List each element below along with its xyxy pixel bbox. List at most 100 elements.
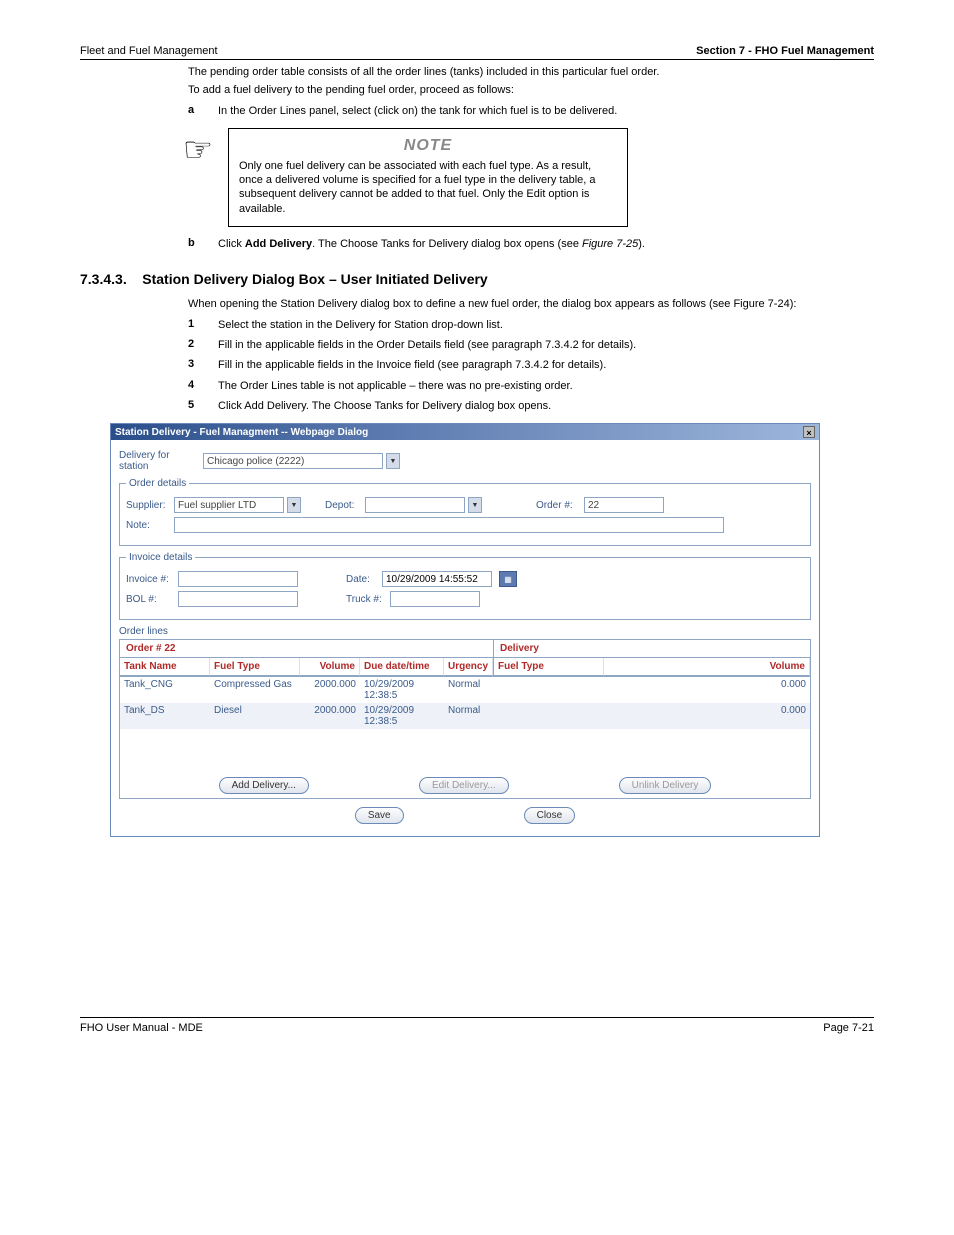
truck-label: Truck #: xyxy=(346,594,386,605)
s5-text: Click Add Delivery. The Choose Tanks for… xyxy=(218,399,874,413)
col-dvolume: Volume xyxy=(604,658,810,676)
order-lines-label: Order lines xyxy=(119,626,811,637)
date-label: Date: xyxy=(346,574,378,585)
station-delivery-dialog: Station Delivery - Fuel Managment -- Web… xyxy=(110,423,820,837)
supplier-label: Supplier: xyxy=(126,500,170,511)
cell-due: 10/29/2009 12:38:5 xyxy=(360,677,444,703)
note-box: NOTE Only one fuel delivery can be assoc… xyxy=(228,128,628,227)
cell-tank: Tank_CNG xyxy=(120,677,210,703)
step-b-text: Click Add Delivery. The Choose Tanks for… xyxy=(218,237,874,251)
chevron-down-icon[interactable]: ▼ xyxy=(386,453,400,469)
cell-urgency: Normal xyxy=(444,677,490,703)
s1-text: Select the station in the Delivery for S… xyxy=(218,318,874,332)
step-b: b Click Add Delivery. The Choose Tanks f… xyxy=(188,237,874,251)
step-b-num: b xyxy=(188,237,218,251)
cell-fuel: Diesel xyxy=(210,703,300,729)
cell-tank: Tank_DS xyxy=(120,703,210,729)
step-b-link: Figure 7-25 xyxy=(582,238,638,250)
edit-delivery-button[interactable]: Edit Delivery... xyxy=(419,777,509,794)
subsection-heading: 7.3.4.3. Station Delivery Dialog Box – U… xyxy=(80,271,874,287)
truck-input[interactable] xyxy=(390,591,480,607)
note-text: Only one fuel delivery can be associated… xyxy=(239,159,617,216)
station-delivery-dialog-figure: Station Delivery - Fuel Managment -- Web… xyxy=(110,423,874,837)
order-number-label: Order #: xyxy=(536,500,580,511)
supplier-select[interactable] xyxy=(174,497,284,513)
subsection-title: Station Delivery Dialog Box – User Initi… xyxy=(142,271,487,287)
step-a-text: In the Order Lines panel, select (click … xyxy=(218,104,874,118)
footer-right: Page 7-21 xyxy=(823,1022,874,1034)
step-a: a In the Order Lines panel, select (clic… xyxy=(188,104,874,118)
col-due: Due date/time xyxy=(360,658,444,676)
step-a-num: a xyxy=(188,104,218,118)
order-section-title: Order # 22 xyxy=(120,640,493,658)
intro-line-1: The pending order table consists of all … xyxy=(188,65,874,79)
cell-dfuel xyxy=(490,703,600,729)
intro-line-2: To add a fuel delivery to the pending fu… xyxy=(188,83,874,97)
footer-left: FHO User Manual - MDE xyxy=(80,1022,203,1034)
col-fuel-type: Fuel Type xyxy=(210,658,300,676)
unlink-delivery-button[interactable]: Unlink Delivery xyxy=(619,777,712,794)
s4-text: The Order Lines table is not applicable … xyxy=(218,379,874,393)
invoice-input[interactable] xyxy=(178,571,298,587)
bol-label: BOL #: xyxy=(126,594,174,605)
date-input[interactable] xyxy=(382,571,492,587)
step-b-bold: Add Delivery xyxy=(245,238,312,250)
delivery-section-title: Delivery xyxy=(494,640,810,658)
cell-due: 10/29/2009 12:38:5 xyxy=(360,703,444,729)
invoice-label: Invoice #: xyxy=(126,574,174,585)
invoice-legend: Invoice details xyxy=(126,552,195,563)
step-b-after: . The Choose Tanks for Delivery dialog b… xyxy=(312,238,582,250)
dialog-titlebar: Station Delivery - Fuel Managment -- Web… xyxy=(111,424,819,440)
station-select[interactable] xyxy=(203,453,383,469)
cell-fuel: Compressed Gas xyxy=(210,677,300,703)
cell-volume: 2000.000 xyxy=(300,677,360,703)
s2-text: Fill in the applicable fields in the Ord… xyxy=(218,338,874,352)
s1-num: 1 xyxy=(188,318,218,332)
s2-num: 2 xyxy=(188,338,218,352)
note-pointing-hand-icon: ☞ xyxy=(168,128,228,227)
order-details-panel: Order details Supplier: ▼ Depot: ▼ Order… xyxy=(119,478,811,546)
cell-dvolume: 0.000 xyxy=(600,703,810,729)
note-input[interactable] xyxy=(174,517,724,533)
subsection-number: 7.3.4.3. xyxy=(80,271,127,287)
table-row[interactable]: Tank_DS Diesel 2000.000 10/29/2009 12:38… xyxy=(120,703,810,729)
note-label: Note: xyxy=(126,520,170,531)
cell-urgency: Normal xyxy=(444,703,490,729)
close-button[interactable]: Close xyxy=(524,807,576,824)
order-lines-table: Order # 22 Tank Name Fuel Type Volume Du… xyxy=(119,639,811,799)
calendar-icon[interactable]: ▦ xyxy=(499,571,517,587)
step-b-afterlink: ). xyxy=(638,238,645,250)
invoice-details-panel: Invoice details Invoice #: Date: ▦ BOL #… xyxy=(119,552,811,620)
dialog-title-text: Station Delivery - Fuel Managment -- Web… xyxy=(115,427,368,438)
chevron-down-icon[interactable]: ▼ xyxy=(468,497,482,513)
chevron-down-icon[interactable]: ▼ xyxy=(287,497,301,513)
order-number-input[interactable] xyxy=(584,497,664,513)
col-volume: Volume xyxy=(300,658,360,676)
s4-num: 4 xyxy=(188,379,218,393)
s3-text: Fill in the applicable fields in the Inv… xyxy=(218,358,874,372)
col-tank-name: Tank Name xyxy=(120,658,210,676)
sub-text: When opening the Station Delivery dialog… xyxy=(188,297,874,311)
note-block: ☞ NOTE Only one fuel delivery can be ass… xyxy=(168,128,874,227)
page-footer: FHO User Manual - MDE Page 7-21 xyxy=(80,1017,874,1034)
table-row[interactable]: Tank_CNG Compressed Gas 2000.000 10/29/2… xyxy=(120,677,810,703)
step-b-before: Click xyxy=(218,238,245,250)
save-button[interactable]: Save xyxy=(355,807,404,824)
close-icon[interactable]: × xyxy=(803,426,815,438)
col-urgency: Urgency xyxy=(444,658,493,676)
s5-num: 5 xyxy=(188,399,218,413)
cell-volume: 2000.000 xyxy=(300,703,360,729)
depot-label: Depot: xyxy=(325,500,361,511)
note-title: NOTE xyxy=(239,137,617,155)
col-dfuel: Fuel Type xyxy=(494,658,604,676)
cell-dvolume: 0.000 xyxy=(600,677,810,703)
order-details-legend: Order details xyxy=(126,478,189,489)
add-delivery-button[interactable]: Add Delivery... xyxy=(219,777,309,794)
bol-input[interactable] xyxy=(178,591,298,607)
cell-dfuel xyxy=(490,677,600,703)
depot-select[interactable] xyxy=(365,497,465,513)
delivery-for-station-label: Delivery for station xyxy=(119,450,199,472)
header-right: Section 7 - FHO Fuel Management xyxy=(696,45,874,57)
s3-num: 3 xyxy=(188,358,218,372)
header-left: Fleet and Fuel Management xyxy=(80,45,218,57)
